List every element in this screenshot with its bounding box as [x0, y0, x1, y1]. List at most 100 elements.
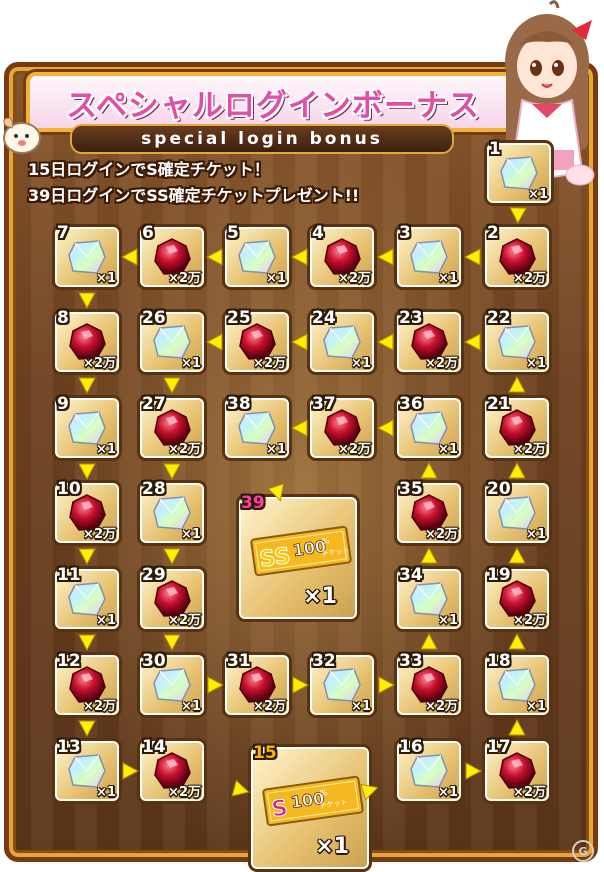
- path-arrow-icon: [120, 248, 137, 266]
- reward-quantity: ×2万: [83, 699, 116, 714]
- reward-tile-day-28: 28 ×1: [137, 479, 207, 546]
- subtitle-text: special login bonus: [141, 129, 383, 149]
- day-number: 12: [57, 651, 81, 671]
- path-arrow-icon: [420, 546, 438, 564]
- reward-tile-day-16: 16 ×1: [394, 737, 464, 804]
- day-number: 39: [241, 493, 265, 513]
- day-number: 1: [489, 139, 501, 159]
- reward-tile-day-11: 11 ×1: [52, 565, 122, 632]
- reward-tile-day-32: 32 ×1: [307, 651, 377, 718]
- day-number: 29: [142, 565, 166, 585]
- description-line-2: 39日ログインでSS確定チケットプレゼント!!: [28, 186, 360, 205]
- s-ticket-icon: S 100% チケット: [261, 775, 365, 827]
- watermark-logo: G: [572, 840, 594, 862]
- path-arrow-icon: [509, 207, 528, 225]
- reward-quantity: ×1: [181, 527, 201, 542]
- reward-quantity: ×1: [266, 442, 286, 457]
- day-number: 17: [487, 737, 511, 757]
- day-number: 10: [57, 479, 81, 499]
- reward-quantity: ×1: [438, 613, 458, 628]
- day-number: 15: [253, 743, 277, 763]
- reward-tile-day-12: 12 ×2万: [52, 651, 122, 718]
- day-number: 30: [142, 651, 166, 671]
- path-arrow-icon: [376, 419, 393, 437]
- reward-quantity: ×2万: [168, 442, 201, 457]
- path-arrow-icon: [290, 248, 307, 266]
- path-arrow-icon: [378, 676, 395, 694]
- day-number: 37: [312, 394, 336, 414]
- path-arrow-icon: [163, 548, 181, 566]
- reward-quantity: ×2万: [168, 785, 201, 800]
- day-number: 33: [399, 651, 423, 671]
- reward-quantity: ×2万: [83, 527, 116, 542]
- path-arrow-icon: [207, 676, 224, 694]
- day-number: 18: [487, 651, 511, 671]
- reward-tile-day-5: 5 ×1: [222, 223, 292, 290]
- day-number: 27: [142, 394, 166, 414]
- reward-quantity: ×1: [181, 356, 201, 371]
- day-number: 5: [227, 223, 239, 243]
- path-arrow-icon: [290, 419, 307, 437]
- reward-quantity: ×1: [303, 584, 337, 609]
- day-number: 21: [487, 394, 511, 414]
- path-arrow-icon: [508, 546, 526, 564]
- reward-tile-day-31: 31 ×2万: [222, 651, 292, 718]
- reward-tile-day-38: 38 ×1: [222, 394, 292, 461]
- reward-tile-day-29: 29 ×2万: [137, 565, 207, 632]
- reward-tile-day-4: 4 ×2万: [307, 223, 377, 290]
- day-number: 6: [142, 223, 154, 243]
- day-number: 36: [399, 394, 423, 414]
- path-arrow-icon: [78, 292, 96, 309]
- reward-tile-day-26: 26 ×1: [137, 308, 207, 375]
- day-number: 2: [487, 223, 499, 243]
- reward-quantity: ×1: [315, 834, 349, 859]
- path-arrow-icon: [78, 634, 96, 652]
- reward-tile-day-30: 30 ×1: [137, 651, 207, 718]
- reward-tile-day-36: 36 ×1: [394, 394, 464, 461]
- reward-quantity: ×1: [96, 271, 116, 286]
- day-number: 20: [487, 479, 511, 499]
- reward-tile-day-24: 24 ×1: [307, 308, 377, 375]
- reward-quantity: ×1: [96, 785, 116, 800]
- day-number: 4: [312, 223, 324, 243]
- path-arrow-icon: [205, 333, 222, 351]
- reward-quantity: ×2万: [168, 271, 201, 286]
- path-arrow-icon: [163, 463, 181, 480]
- path-arrow-icon: [163, 377, 181, 395]
- path-arrow-icon: [78, 720, 96, 738]
- reward-quantity: ×2万: [253, 356, 286, 371]
- day-number: 38: [227, 394, 251, 414]
- reward-quantity: ×2万: [513, 442, 546, 457]
- reward-quantity: ×1: [438, 785, 458, 800]
- path-arrow-icon: [420, 461, 438, 478]
- day-number: 9: [57, 394, 69, 414]
- day-number: 16: [399, 737, 423, 757]
- reward-quantity: ×2万: [83, 356, 116, 371]
- mascot-icon: [3, 117, 41, 154]
- reward-quantity: ×2万: [253, 699, 286, 714]
- reward-tile-day-9: 9 ×1: [52, 394, 122, 461]
- day-number: 32: [312, 651, 336, 671]
- day-number: 28: [142, 479, 166, 499]
- reward-quantity: ×1: [351, 356, 371, 371]
- day-number: 26: [142, 308, 166, 328]
- day-number: 8: [57, 308, 69, 328]
- day-number: 19: [487, 565, 511, 585]
- reward-tile-day-25: 25 ×2万: [222, 308, 292, 375]
- day-number: 35: [399, 479, 423, 499]
- reward-quantity: ×1: [351, 699, 371, 714]
- day-number: 23: [399, 308, 423, 328]
- path-arrow-icon: [122, 762, 139, 780]
- reward-quantity: ×1: [181, 699, 201, 714]
- reward-tile-day-17: 17 ×2万: [482, 737, 552, 804]
- reward-tile-day-1: 1 ×1: [484, 139, 554, 206]
- reward-quantity: ×2万: [168, 613, 201, 628]
- day-number: 7: [57, 223, 69, 243]
- reward-tile-day-21: 21 ×2万: [482, 394, 552, 461]
- path-arrow-icon: [508, 461, 526, 478]
- day-number: 25: [227, 308, 251, 328]
- reward-tile-day-14: 14 ×2万: [137, 737, 207, 804]
- reward-tile-day-23: 23 ×2万: [394, 308, 464, 375]
- path-arrow-icon: [163, 634, 181, 652]
- day-number: 14: [142, 737, 166, 757]
